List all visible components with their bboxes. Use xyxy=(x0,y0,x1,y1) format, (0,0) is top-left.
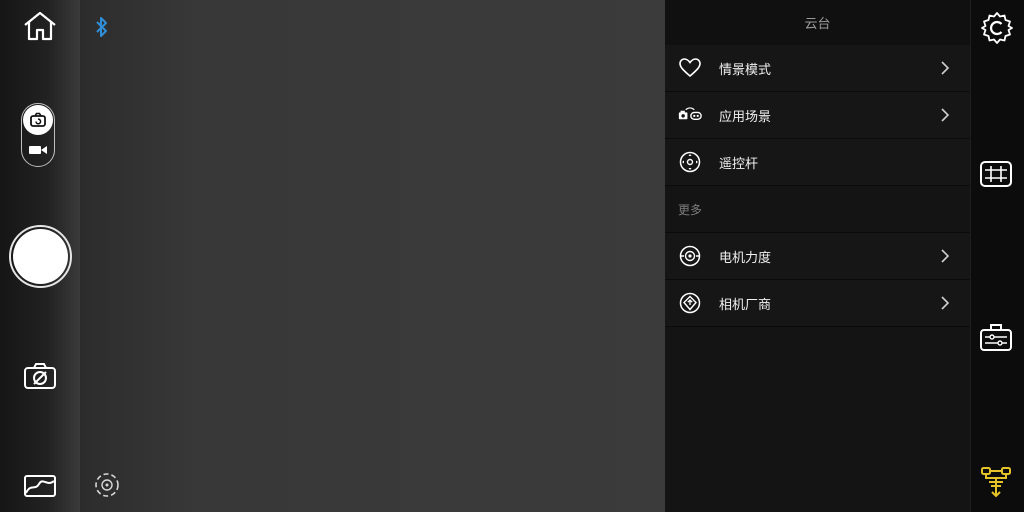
menu-item-label: 相机厂商 xyxy=(719,297,772,313)
menu-item-camera-brand[interactable]: 相机厂商 xyxy=(665,280,970,327)
menu-item-application-scene[interactable]: 应用场景 xyxy=(665,92,970,139)
camera-rotate-icon xyxy=(30,112,46,127)
chevron-right-icon xyxy=(941,249,950,263)
camera-brand-icon xyxy=(678,291,702,315)
panel-title: 云台 xyxy=(665,0,970,45)
shutter-inner xyxy=(13,229,68,284)
settings-icon[interactable] xyxy=(980,11,1014,45)
focus-track-icon[interactable] xyxy=(94,472,120,498)
gimbal-settings-panel: 云台 情景模式 应用场景 遥控杆 更多 电机力度 相机厂商 xyxy=(665,0,970,512)
menu-item-label: 遥控杆 xyxy=(719,156,759,172)
photo-mode-button[interactable] xyxy=(23,105,53,135)
scene-icon xyxy=(678,103,702,127)
video-camera-icon xyxy=(29,146,47,154)
chevron-right-icon xyxy=(941,61,950,75)
gimbal-icon[interactable] xyxy=(979,465,1013,499)
shutter-button[interactable] xyxy=(9,225,72,288)
camera-viewfinder[interactable] xyxy=(80,0,665,512)
chevron-right-icon xyxy=(941,296,950,310)
grid-icon[interactable] xyxy=(979,160,1013,188)
menu-item-scene-mode[interactable]: 情景模式 xyxy=(665,45,970,92)
chevron-right-icon xyxy=(941,108,950,122)
menu-item-motor-strength[interactable]: 电机力度 xyxy=(665,233,970,280)
gallery-icon[interactable] xyxy=(23,473,57,499)
camera-switch-icon[interactable] xyxy=(23,362,57,390)
menu-item-label: 电机力度 xyxy=(719,250,772,266)
capture-mode-toggle[interactable] xyxy=(21,103,55,167)
menu-item-joystick[interactable]: 遥控杆 xyxy=(665,139,970,186)
menu-item-label: 应用场景 xyxy=(719,109,772,125)
toolbox-icon[interactable] xyxy=(979,322,1013,352)
home-icon[interactable] xyxy=(22,10,58,42)
section-header-more: 更多 xyxy=(665,186,970,233)
video-mode-button[interactable] xyxy=(28,142,48,158)
left-toolbar xyxy=(0,0,119,512)
joystick-icon xyxy=(678,150,702,174)
heart-icon xyxy=(678,56,702,80)
motor-icon xyxy=(678,244,702,268)
menu-item-label: 情景模式 xyxy=(719,62,772,78)
right-toolbar xyxy=(970,0,1024,512)
bluetooth-icon[interactable] xyxy=(94,15,110,39)
